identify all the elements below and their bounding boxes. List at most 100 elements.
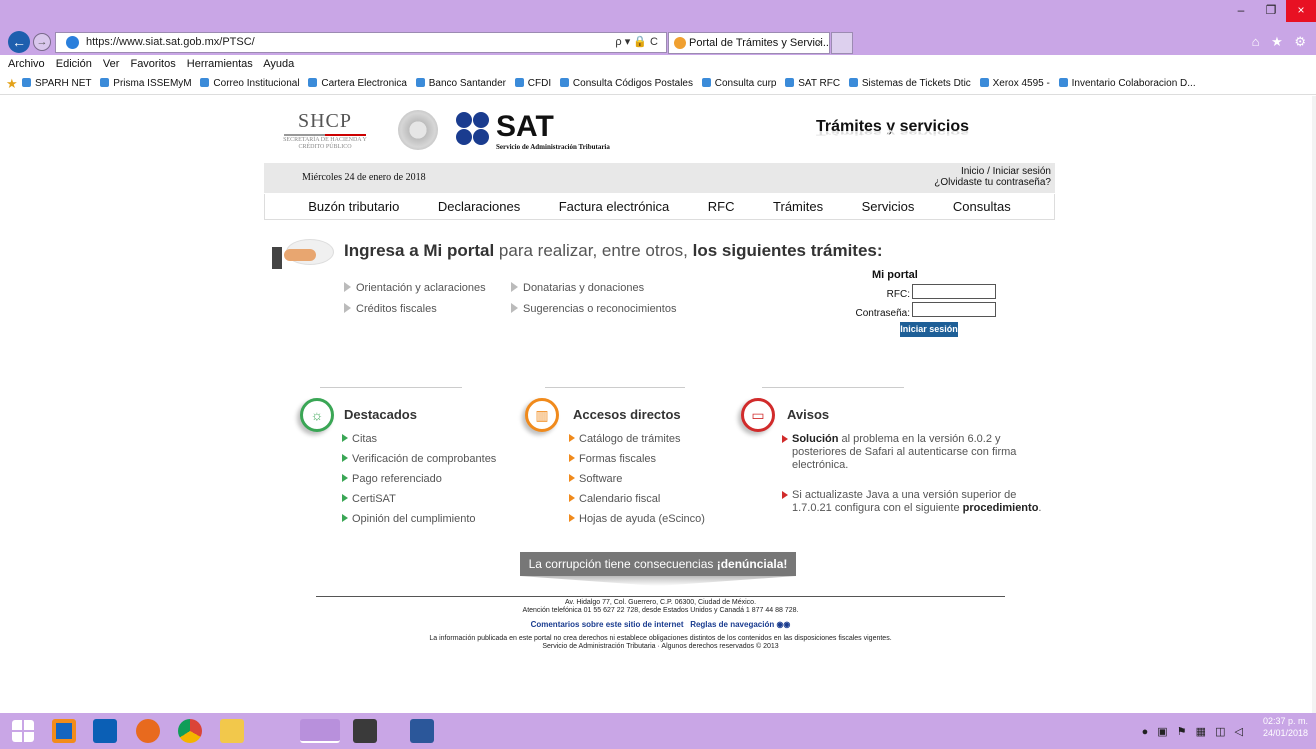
destacado-item[interactable]: Citas [342,433,496,453]
login-button[interactable]: Iniciar sesión [900,322,958,337]
acceso-item[interactable]: Calendario fiscal [569,493,705,513]
corruption-banner[interactable]: La corrupción tiene consecuencias ¡denún… [520,552,796,576]
outlook-icon[interactable] [93,719,117,743]
banner-shadow [520,576,796,586]
arrow-icon [342,494,348,502]
favorite-codigos-postales[interactable]: Consulta Códigos Postales [560,78,693,89]
destacado-item[interactable]: CertiSAT [342,493,496,513]
nav-servicios[interactable]: Servicios [862,199,915,214]
rfc-input[interactable] [912,284,996,299]
nav-consultas[interactable]: Consultas [953,199,1011,214]
aviso-end: . [1038,502,1042,514]
avisos-title: Avisos [787,407,830,422]
tab-close-icon[interactable]: × [817,33,823,53]
tramite-item[interactable]: Donatarias y donaciones [511,282,644,294]
favorite-correo[interactable]: Correo Institucional [200,78,299,89]
tramite-label: Orientación y aclaraciones [356,282,486,294]
nav-tramites[interactable]: Trámites [773,199,823,214]
arrow-icon [782,491,788,499]
headline-mi-portal[interactable]: Ingresa a Mi portal [344,241,494,260]
aviso-item[interactable]: Solución al problema en la versión 6.0.2… [782,433,1042,472]
favorites-star-icon[interactable]: ★ [6,74,18,94]
app-icon[interactable] [353,719,377,743]
system-tray-icons[interactable]: ● ▣ ⚑ ▦ ◫ ◁ [1142,725,1246,738]
nav-buzon-tributario[interactable]: Buzón tributario [308,199,399,214]
footer-link-reglas[interactable]: Reglas de navegación [690,620,774,629]
chrome-icon[interactable] [178,719,202,743]
forgot-password-link[interactable]: ¿Olvidaste tu contraseña? [934,177,1051,188]
acceso-label: Software [579,473,623,485]
destacado-item[interactable]: Verificación de comprobantes [342,453,496,473]
arrow-icon [342,454,348,462]
internet-explorer-icon[interactable] [300,719,340,743]
nav-factura-electronica[interactable]: Factura electrónica [559,199,670,214]
menu-favoritos[interactable]: Favoritos [130,58,175,70]
menu-archivo[interactable]: Archivo [8,58,45,70]
taskbar: ● ▣ ⚑ ▦ ◫ ◁ 02:37 p. m. 24/01/2018 [0,713,1316,749]
nav-declaraciones[interactable]: Declaraciones [438,199,520,214]
menu-ayuda[interactable]: Ayuda [263,58,294,70]
address-bar[interactable]: https://www.siat.sat.gob.mx/PTSC/ ρ ▾ 🔒 … [55,32,667,53]
system-clock[interactable]: 02:37 p. m. 24/01/2018 [1263,715,1308,739]
aviso-procedure-link[interactable]: procedimiento [963,502,1039,514]
favorite-xerox[interactable]: Xerox 4595 - [980,78,1050,89]
arrow-icon [511,303,518,313]
acceso-item[interactable]: Hojas de ayuda (eScinco) [569,513,705,533]
acceso-item[interactable]: Formas fiscales [569,453,705,473]
home-favorites-settings-icons[interactable]: ⌂ ★ ⚙ [1252,34,1310,50]
forward-button[interactable]: → [33,33,51,51]
close-window-button[interactable]: × [1286,0,1316,22]
aviso-bold[interactable]: Solución [792,433,838,445]
favorite-curp[interactable]: Consulta curp [702,78,777,89]
restore-button[interactable]: ❐ [1256,0,1286,22]
menu-bar: Archivo Edición Ver Favoritos Herramient… [0,55,1316,74]
firefox-icon[interactable] [136,719,160,743]
password-input[interactable] [912,302,996,317]
tramite-item[interactable]: Orientación y aclaraciones [344,282,486,294]
url-text: https://www.siat.sat.gob.mx/PTSC/ [86,36,255,48]
lightbulb-icon: ☼ [300,398,334,432]
arrow-icon [344,282,351,292]
task-view-icon[interactable] [52,719,76,743]
aviso-item[interactable]: Si actualizaste Java a una versión super… [782,489,1042,515]
tramite-item[interactable]: Créditos fiscales [344,303,437,315]
footer-link-comentarios[interactable]: Comentarios sobre este sitio de internet [531,620,684,629]
acceso-item[interactable]: Software [569,473,705,493]
back-button[interactable]: ← [8,31,30,53]
page-scrollbar[interactable] [1312,96,1316,713]
favorite-inventario[interactable]: Inventario Colaboracion D... [1059,78,1196,89]
menu-herramientas[interactable]: Herramientas [187,58,253,70]
new-tab-button[interactable] [831,32,853,54]
tramite-item[interactable]: Sugerencias o reconocimientos [511,303,676,315]
footer-legal-1: La información publicada en este portal … [429,635,892,642]
favorite-sparh-net[interactable]: SPARH NET [22,78,92,89]
file-explorer-icon[interactable] [220,719,244,743]
shcp-logo[interactable]: SHCP SECRETARÍA DE HACIENDA Y CRÉDITO PÚ… [278,110,372,156]
acceso-item[interactable]: Catálogo de trámites [569,433,705,453]
arrow-icon [511,282,518,292]
nav-rfc[interactable]: RFC [708,199,735,214]
arrow-icon [569,494,575,502]
favorite-santander[interactable]: Banco Santander [416,78,506,89]
menu-edicion[interactable]: Edición [56,58,92,70]
favorite-cartera[interactable]: Cartera Electronica [308,78,407,89]
destacado-label: Citas [352,433,378,445]
favorite-cfdi[interactable]: CFDI [515,78,551,89]
browser-tab[interactable]: Portal de Trámites y Servici... × [668,32,830,54]
login-link[interactable]: Inicio / Iniciar sesión [934,166,1051,177]
destacado-item[interactable]: Opinión del cumplimiento [342,513,496,533]
accessibility-icon[interactable]: ◉◉ [776,620,790,629]
shcp-logo-subtitle: SECRETARÍA DE HACIENDA Y CRÉDITO PÚBLICO [283,137,367,150]
favorite-prisma[interactable]: Prisma ISSEMyM [100,78,191,89]
footer: Av. Hidalgo 77, Col. Guerrero, C.P. 0630… [316,599,1005,651]
favorite-sat-rfc[interactable]: SAT RFC [785,78,840,89]
favorite-tickets[interactable]: Sistemas de Tickets Dtic [849,78,971,89]
minimize-button[interactable]: – [1226,0,1256,22]
address-bar-controls[interactable]: ρ ▾ 🔒 C [615,33,658,52]
sat-logo[interactable]: SAT Servicio de Administración Tributari… [456,110,656,154]
arrow-icon [344,303,351,313]
destacado-item[interactable]: Pago referenciado [342,473,496,493]
windows-start-icon[interactable] [12,720,34,742]
menu-ver[interactable]: Ver [103,58,120,70]
word-icon[interactable] [410,719,434,743]
